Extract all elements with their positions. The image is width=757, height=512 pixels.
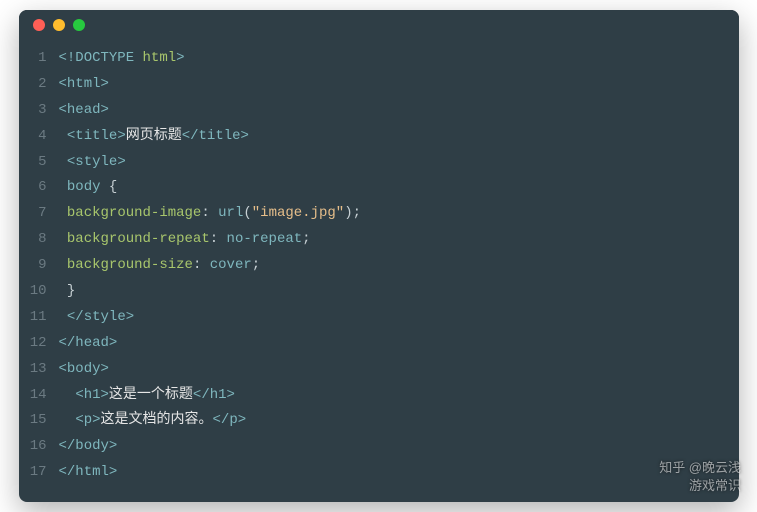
code-line[interactable]: 7 background-image: url("image.jpg"); xyxy=(19,201,739,227)
code-content[interactable]: <style> xyxy=(59,150,126,176)
code-line[interactable]: 17</html> xyxy=(19,460,739,486)
code-content[interactable]: </style> xyxy=(59,305,135,331)
line-number: 7 xyxy=(19,201,59,227)
code-line[interactable]: 6 body { xyxy=(19,175,739,201)
code-content[interactable]: <p>这是文档的内容。</p> xyxy=(59,408,247,434)
line-number: 16 xyxy=(19,434,59,460)
line-number: 9 xyxy=(19,253,59,279)
code-content[interactable]: body { xyxy=(59,175,118,201)
minimize-icon[interactable] xyxy=(53,19,65,31)
code-line[interactable]: 10 } xyxy=(19,279,739,305)
line-number: 4 xyxy=(19,124,59,150)
code-content[interactable]: <body> xyxy=(59,357,109,383)
code-content[interactable]: background-size: cover; xyxy=(59,253,261,279)
code-line[interactable]: 11 </style> xyxy=(19,305,739,331)
code-content[interactable]: background-image: url("image.jpg"); xyxy=(59,201,362,227)
code-content[interactable]: <head> xyxy=(59,98,109,124)
code-line[interactable]: 12</head> xyxy=(19,331,739,357)
line-number: 2 xyxy=(19,72,59,98)
code-line[interactable]: 1<!DOCTYPE html> xyxy=(19,46,739,72)
line-number: 13 xyxy=(19,357,59,383)
code-content[interactable]: </head> xyxy=(59,331,118,357)
line-number: 14 xyxy=(19,383,59,409)
code-line[interactable]: 3<head> xyxy=(19,98,739,124)
code-line[interactable]: 9 background-size: cover; xyxy=(19,253,739,279)
editor-window: 1<!DOCTYPE html>2<html>3<head>4 <title>网… xyxy=(19,10,739,502)
code-line[interactable]: 5 <style> xyxy=(19,150,739,176)
code-content[interactable]: <html> xyxy=(59,72,109,98)
line-number: 17 xyxy=(19,460,59,486)
line-number: 1 xyxy=(19,46,59,72)
code-content[interactable]: } xyxy=(59,279,76,305)
code-line[interactable]: 8 background-repeat: no-repeat; xyxy=(19,227,739,253)
line-number: 5 xyxy=(19,150,59,176)
line-number: 10 xyxy=(19,279,59,305)
line-number: 15 xyxy=(19,408,59,434)
line-number: 12 xyxy=(19,331,59,357)
line-number: 11 xyxy=(19,305,59,331)
code-content[interactable]: background-repeat: no-repeat; xyxy=(59,227,311,253)
code-content[interactable]: <h1>这是一个标题</h1> xyxy=(59,383,235,409)
line-number: 3 xyxy=(19,98,59,124)
line-number: 6 xyxy=(19,175,59,201)
code-line[interactable]: 15 <p>这是文档的内容。</p> xyxy=(19,408,739,434)
close-icon[interactable] xyxy=(33,19,45,31)
code-line[interactable]: 13<body> xyxy=(19,357,739,383)
code-content[interactable]: </body> xyxy=(59,434,118,460)
code-area[interactable]: 1<!DOCTYPE html>2<html>3<head>4 <title>网… xyxy=(19,40,739,502)
code-content[interactable]: <title>网页标题</title> xyxy=(59,124,249,150)
code-line[interactable]: 2<html> xyxy=(19,72,739,98)
code-content[interactable]: </html> xyxy=(59,460,118,486)
code-line[interactable]: 4 <title>网页标题</title> xyxy=(19,124,739,150)
code-line[interactable]: 16</body> xyxy=(19,434,739,460)
titlebar xyxy=(19,10,739,40)
code-line[interactable]: 14 <h1>这是一个标题</h1> xyxy=(19,383,739,409)
code-content[interactable]: <!DOCTYPE html> xyxy=(59,46,185,72)
watermark-top: 知乎 @晚云浅 xyxy=(659,457,741,476)
watermark-bottom: 游戏常识 xyxy=(689,475,741,494)
line-number: 8 xyxy=(19,227,59,253)
maximize-icon[interactable] xyxy=(73,19,85,31)
